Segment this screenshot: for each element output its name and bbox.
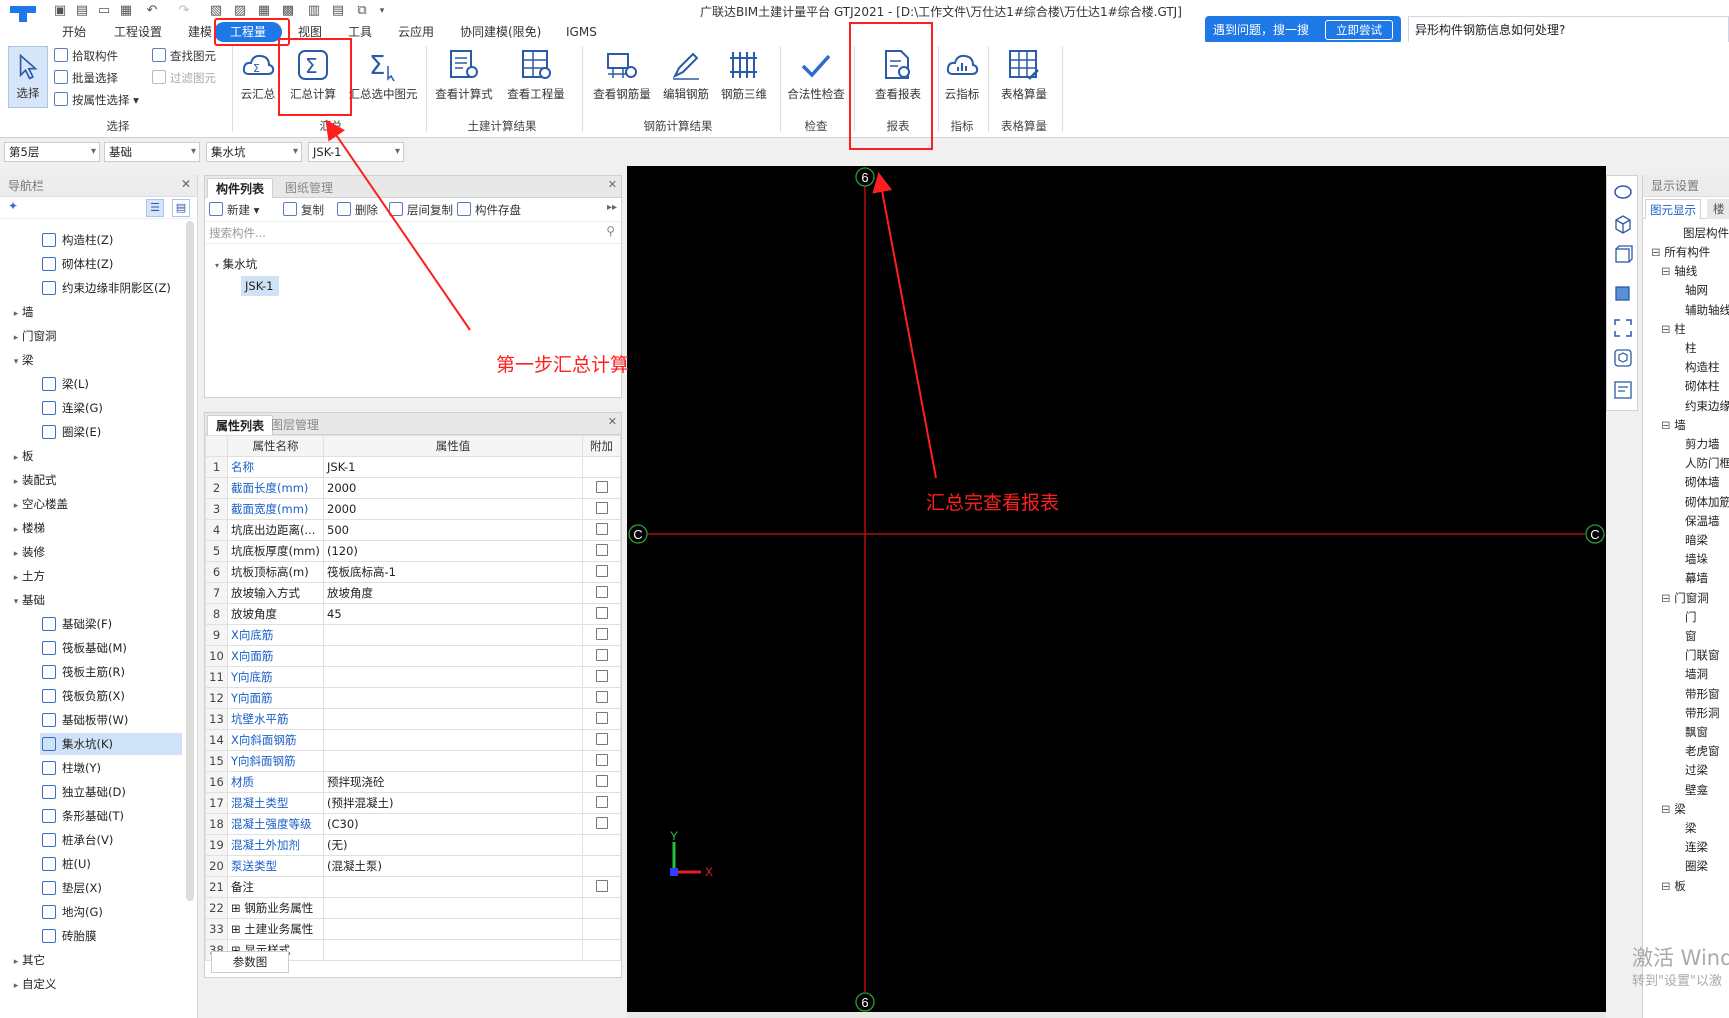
status-bar [627, 1012, 1606, 1018]
activation-watermark: 激活 Windo [1632, 946, 1729, 970]
annotation-arrows [325, 119, 937, 479]
activation-watermark-sub: 转到"设置"以激 [1632, 974, 1722, 989]
annotation-arrow-step1 [325, 119, 471, 331]
annotation-step2: 汇总完查看报表 [926, 492, 1060, 514]
annotation-step1: 第一步汇总计算 [496, 354, 630, 376]
annotation-arrow-step2 [872, 172, 937, 479]
